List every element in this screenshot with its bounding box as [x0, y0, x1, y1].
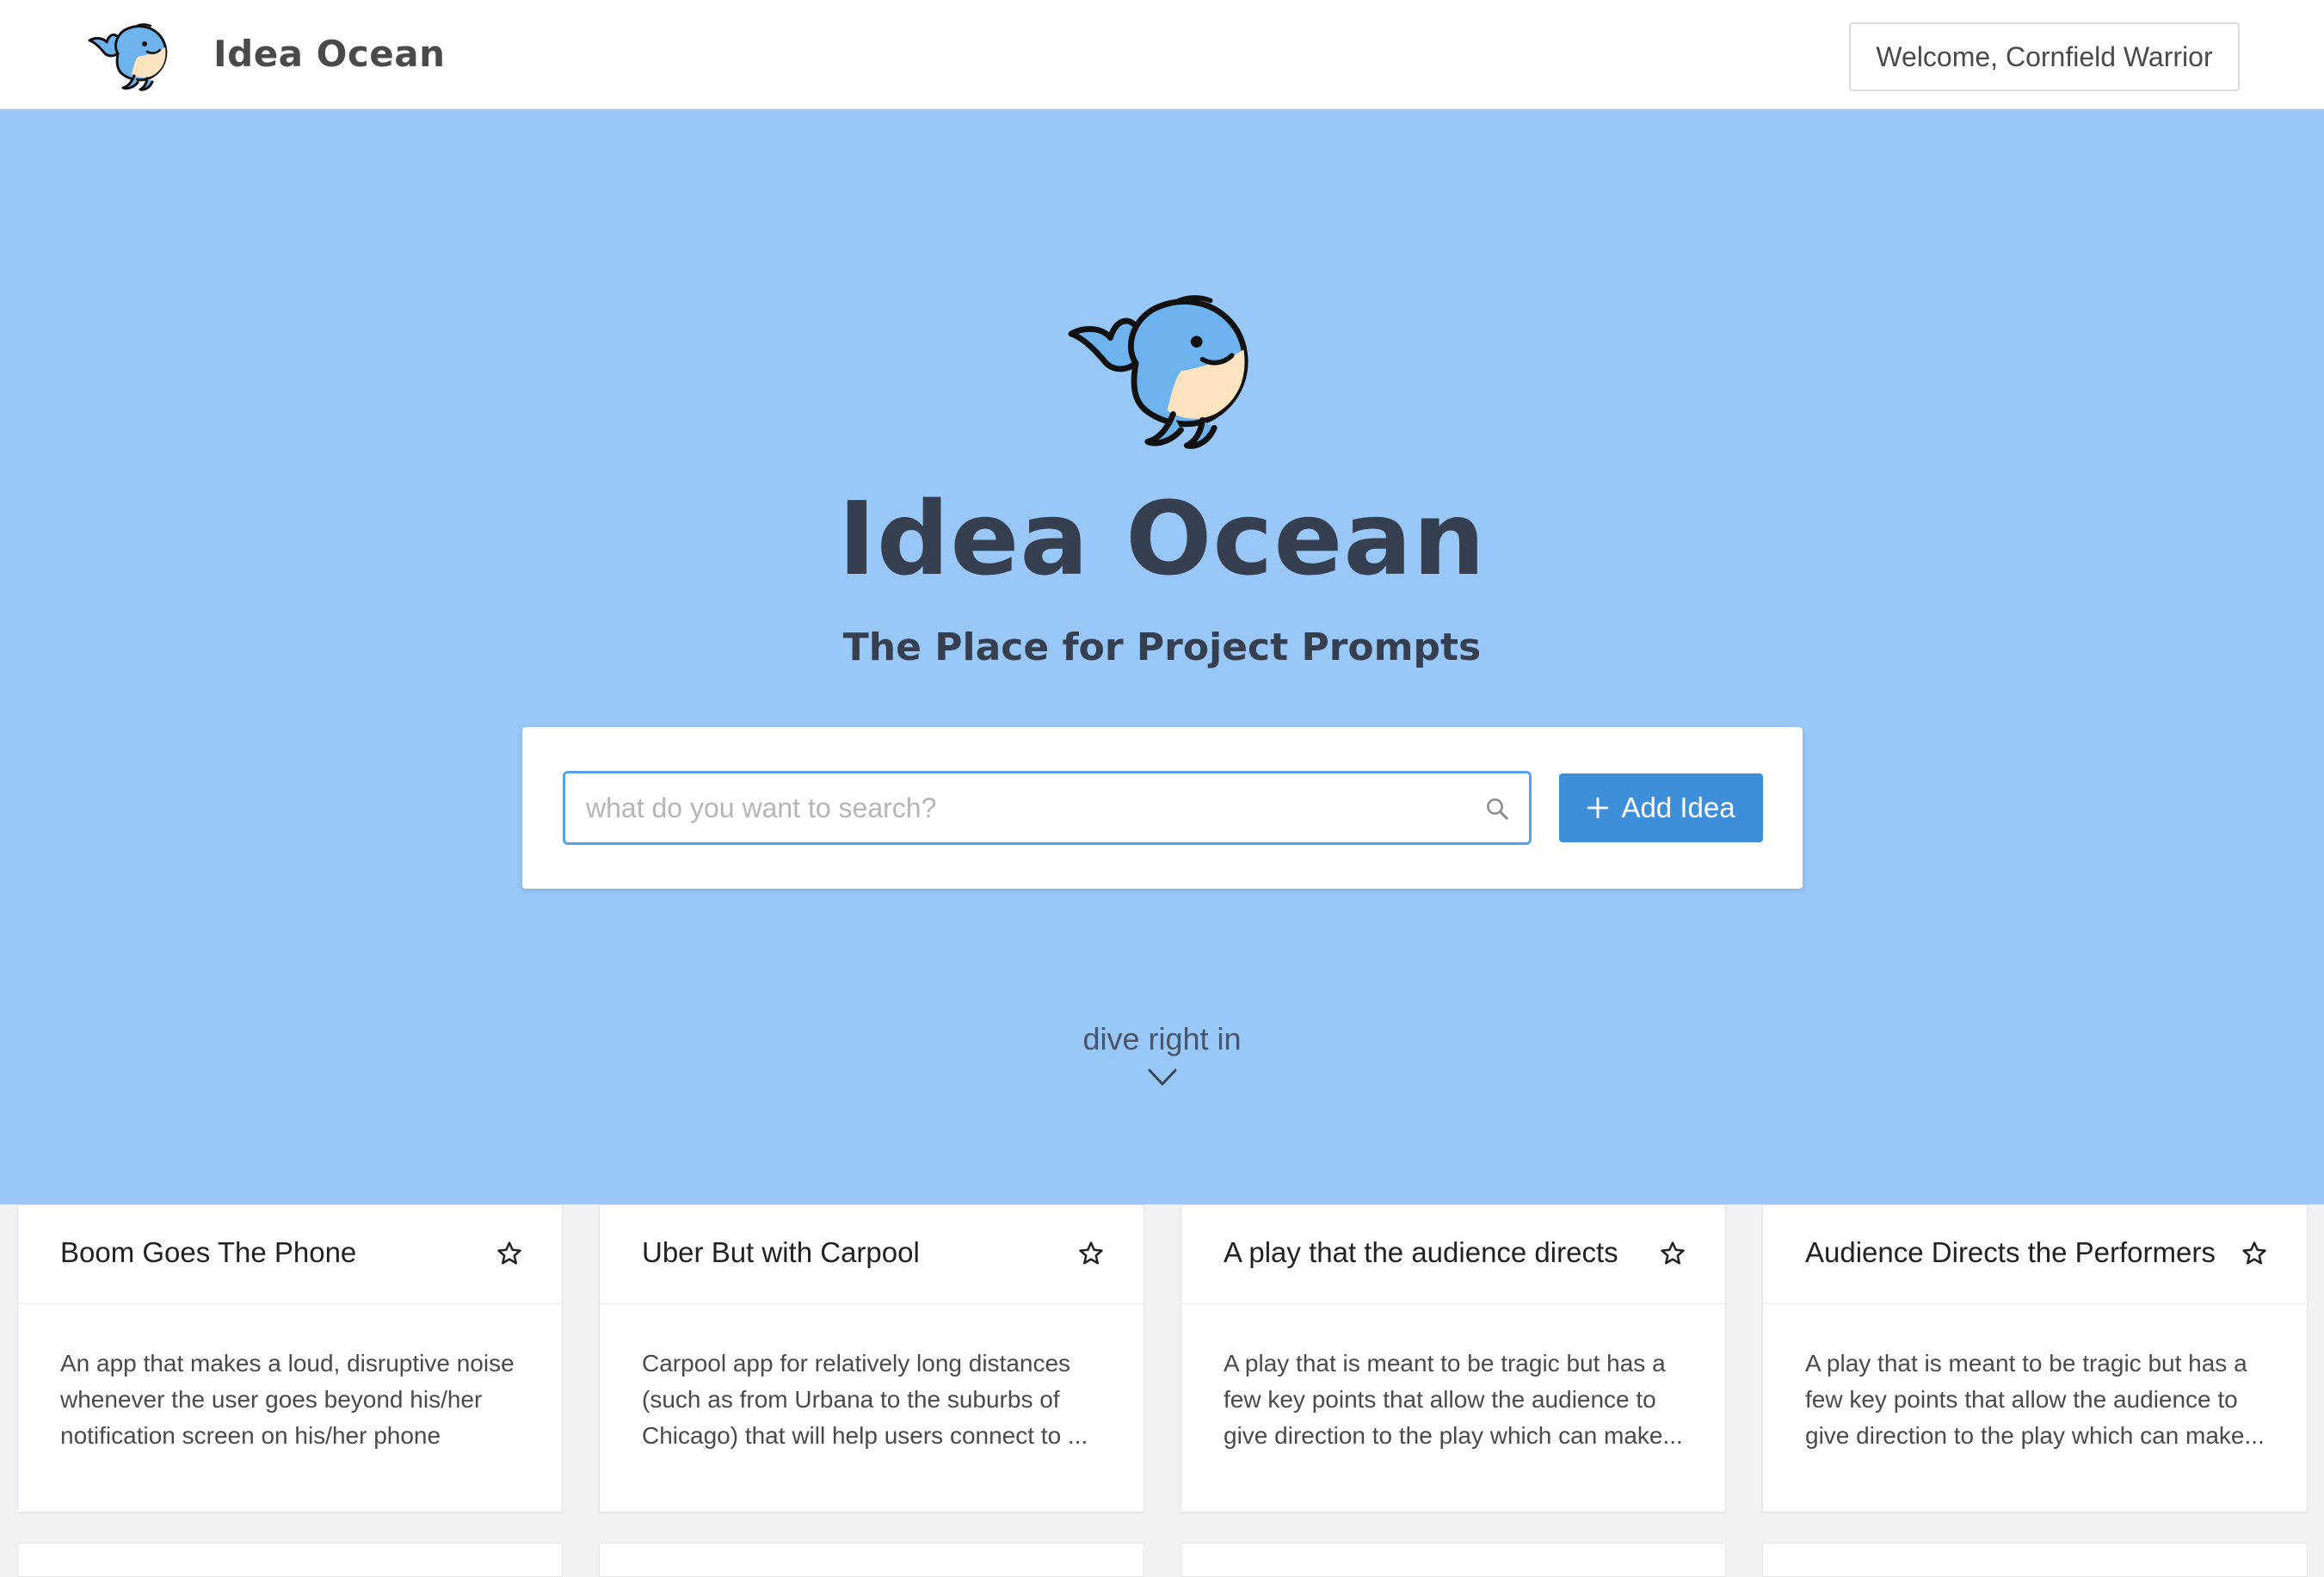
brand-title[interactable]: Idea Ocean: [213, 33, 445, 75]
card-title[interactable]: Boom Goes The Phone: [60, 1236, 356, 1269]
card-title[interactable]: Uber But with Carpool: [642, 1236, 920, 1269]
search-field: [563, 771, 1532, 845]
search-panel: Add Idea: [522, 727, 1803, 889]
card-description: An app that makes a loud, disruptive noi…: [60, 1350, 515, 1449]
card-header: Audience Directs the Performers: [1763, 1205, 2307, 1304]
idea-card-next-row[interactable]: [17, 1543, 563, 1577]
card-header: Boom Goes The Phone: [18, 1205, 562, 1304]
search-input[interactable]: [565, 773, 1529, 842]
card-description: A play that is meant to be tragic but ha…: [1224, 1350, 1683, 1449]
star-icon[interactable]: [1078, 1241, 1104, 1266]
hero-section: Idea Ocean The Place for Project Prompts…: [0, 109, 2324, 1204]
card-header: Uber But with Carpool: [600, 1205, 1144, 1304]
add-idea-label: Add Idea: [1621, 792, 1735, 823]
idea-card-next-row[interactable]: [599, 1543, 1144, 1577]
idea-card[interactable]: A play that the audience directs A play …: [1180, 1204, 1726, 1512]
card-description: Carpool app for relatively long distance…: [642, 1350, 1088, 1449]
search-icon[interactable]: [1484, 796, 1510, 822]
top-navbar: Idea Ocean Welcome, Cornfield Warrior: [0, 0, 2324, 109]
dive-label: dive right in: [1082, 1021, 1242, 1056]
star-icon[interactable]: [496, 1241, 522, 1266]
whale-icon: [1056, 277, 1271, 453]
card-header: A play that the audience directs: [1181, 1205, 1725, 1304]
welcome-user-button[interactable]: Welcome, Cornfield Warrior: [1849, 22, 2240, 91]
idea-card-next-row[interactable]: [1180, 1543, 1726, 1577]
hero-subtitle: The Place for Project Prompts: [842, 625, 1482, 669]
whale-icon[interactable]: [83, 15, 177, 93]
card-title[interactable]: Audience Directs the Performers: [1805, 1236, 2216, 1269]
card-title[interactable]: A play that the audience directs: [1224, 1236, 1618, 1269]
idea-card[interactable]: Audience Directs the Performers A play t…: [1762, 1204, 2308, 1512]
card-description: A play that is meant to be tragic but ha…: [1805, 1350, 2265, 1449]
chevron-down-icon[interactable]: [1147, 1066, 1178, 1088]
idea-card[interactable]: Uber But with Carpool Carpool app for re…: [599, 1204, 1144, 1512]
plus-icon: [1587, 797, 1609, 819]
star-icon[interactable]: [2241, 1241, 2267, 1266]
hero-title: Idea Ocean: [837, 479, 1487, 598]
add-idea-button[interactable]: Add Idea: [1559, 773, 1763, 842]
idea-card[interactable]: Boom Goes The Phone An app that makes a …: [17, 1204, 563, 1512]
dive-right-in[interactable]: dive right in: [0, 1021, 2324, 1088]
idea-card-next-row[interactable]: [1762, 1543, 2308, 1577]
star-icon[interactable]: [1660, 1241, 1686, 1266]
